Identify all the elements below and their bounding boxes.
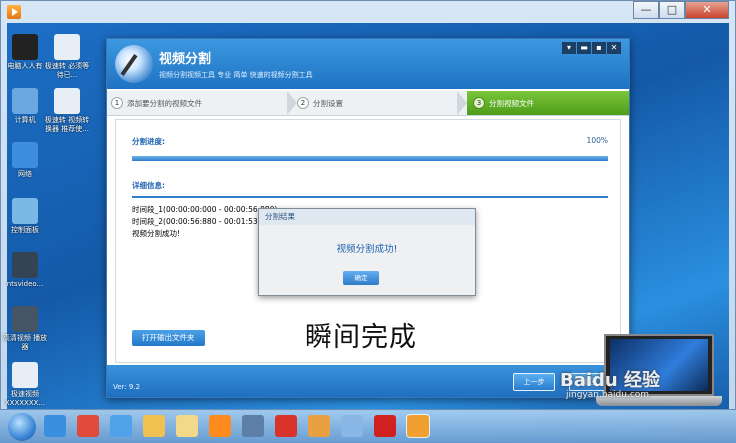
step-number: 2 <box>297 97 309 109</box>
desktop-icon-image <box>12 142 38 168</box>
desktop-icon-label: 极速转 必须等待已... <box>44 62 90 79</box>
app-title: 视频分割 <box>159 52 212 67</box>
step-separator <box>287 91 297 115</box>
desktop-icon-image <box>54 34 80 60</box>
desktop-icon-image <box>54 88 80 114</box>
menu-button[interactable]: ▾ <box>562 42 576 54</box>
desktop-icon[interactable]: ntsvideo... <box>0 252 50 289</box>
progress-bar-fill <box>132 156 608 161</box>
watermark-logo: Baidu 经验 <box>560 370 661 391</box>
log-area: 时间段_1(00:00:00:000 - 00:00:56:880) 时间段_2… <box>132 204 277 240</box>
desktop-icon-image <box>12 88 38 114</box>
log-line: 视频分割成功! <box>132 229 181 238</box>
desktop-icon-image <box>12 252 38 278</box>
caption-text: 瞬间完成 <box>305 322 417 353</box>
app-subtitle: 视频分割视频工具 专业 简单 快速的视频分割工具 <box>159 71 313 79</box>
taskbar-tool-icon[interactable] <box>308 415 330 437</box>
app-close-button[interactable]: ✕ <box>607 42 621 54</box>
desktop-icon-image <box>12 306 38 332</box>
outer-window-controls: — □ ✕ <box>633 1 729 19</box>
step-add-files[interactable]: 1 添加要分割的视频文件 <box>111 91 291 115</box>
desktop-icon-label: 极速视频 XXXXXXX... <box>4 390 46 407</box>
desktop-icon[interactable]: 极速转 必须等待已... <box>42 34 92 80</box>
dialog-ok-button[interactable]: 确定 <box>343 271 379 285</box>
desktop-icon-image <box>12 198 38 224</box>
taskbar-wps-icon[interactable] <box>275 415 297 437</box>
desktop-icon-label: ntsvideo... <box>6 280 44 288</box>
app-logo-icon <box>115 45 153 83</box>
taskbar-game-icon[interactable] <box>374 415 396 437</box>
app-minimize-button[interactable]: ▬ <box>577 42 591 54</box>
desktop-icon-label: 极速转 视频转换器 推荐使... <box>44 116 90 133</box>
step-label: 添加要分割的视频文件 <box>127 98 202 108</box>
version-label: Ver: 9.2 <box>113 383 141 391</box>
desktop-icon-label: 控制面板 <box>11 226 39 234</box>
dialog-title: 分割结果 <box>259 209 475 225</box>
step-label: 分割设置 <box>313 98 343 108</box>
progress-label: 分割进度: <box>132 137 165 146</box>
progress-percent: 100% <box>586 136 608 145</box>
step-label: 分割视频文件 <box>489 98 534 108</box>
taskbar-screen-icon[interactable] <box>242 415 264 437</box>
log-line: 时间段_1(00:00:00:000 - 00:00:56:880) <box>132 205 278 214</box>
app-controls: ▾ ▬ ▪ ✕ <box>562 42 621 54</box>
close-button[interactable]: ✕ <box>685 1 729 19</box>
step-split-active[interactable]: 3 分割视频文件 <box>467 91 629 115</box>
step-separator <box>457 91 467 115</box>
desktop-icon[interactable]: 极速视频 XXXXXXX... <box>0 362 50 408</box>
taskbar <box>0 410 736 443</box>
taskbar-media-icon[interactable] <box>209 415 231 437</box>
app-header: 视频分割 视频分割视频工具 专业 简单 快速的视频分割工具 ▾ ▬ ▪ ✕ <box>107 39 629 89</box>
details-label: 详细信息: <box>132 181 165 190</box>
desktop-icon[interactable]: 高清视频 播放器 <box>0 306 50 352</box>
wizard-steps: 1 添加要分割的视频文件 2 分割设置 3 分割视频文件 <box>107 91 629 116</box>
watermark-url: jingyan.baidu.com <box>566 390 650 400</box>
taskbar-chrome-icon[interactable] <box>77 415 99 437</box>
app-maximize-button[interactable]: ▪ <box>592 42 606 54</box>
desktop-icon-image <box>12 34 38 60</box>
taskbar-cloud-icon[interactable] <box>110 415 132 437</box>
desktop-icon[interactable]: 极速转 视频转换器 推荐使... <box>42 88 92 134</box>
dialog-message: 视频分割成功! <box>336 244 398 255</box>
maximize-button[interactable]: □ <box>659 1 685 19</box>
progress-bar <box>132 156 608 161</box>
previous-step-button[interactable]: 上一步 <box>513 373 555 391</box>
split-result-dialog: 分割结果 视频分割成功! 确定 <box>258 208 476 296</box>
desktop-icon[interactable]: 网络 <box>0 142 50 179</box>
start-button[interactable] <box>8 413 36 441</box>
desktop-icon-label: 高清视频 播放器 <box>2 334 48 351</box>
taskbar-ie-icon[interactable] <box>44 415 66 437</box>
minimize-button[interactable]: — <box>633 1 659 19</box>
step-settings[interactable]: 2 分割设置 <box>297 91 457 115</box>
taskbar-video-split-icon[interactable] <box>406 414 430 438</box>
divider <box>132 196 608 198</box>
app-footer: Ver: 9.2 上一步 返回 <box>107 365 629 397</box>
desktop-icon[interactable]: 控制面板 <box>0 198 50 235</box>
taskbar-network-icon[interactable] <box>341 415 363 437</box>
taskbar-folder-icon[interactable] <box>143 415 165 437</box>
open-output-folder-button[interactable]: 打开输出文件夹 <box>132 330 205 346</box>
log-line: 时间段_2(00:00:56:880 - 00:01:53:...) <box>132 217 271 226</box>
desktop-icon-label: 网络 <box>18 170 32 178</box>
step-number: 3 <box>473 97 485 109</box>
desktop-icon-image <box>12 362 38 388</box>
taskbar-explorer-icon[interactable] <box>176 415 198 437</box>
app-icon <box>7 5 21 19</box>
step-number: 1 <box>111 97 123 109</box>
